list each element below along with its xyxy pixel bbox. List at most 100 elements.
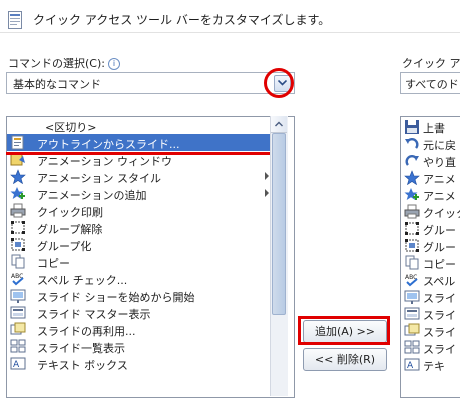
- list-item-label: スペル: [423, 275, 456, 288]
- list-item[interactable]: A テキ: [401, 356, 460, 373]
- quick-access-commands-list[interactable]: 上書元に戻やり直アニメアニメクイックグルーグルーコピーABCスペルスライスライス…: [400, 116, 460, 398]
- list-item[interactable]: コピー: [401, 254, 460, 271]
- svg-text:A: A: [13, 360, 20, 370]
- list-item-label: グルー: [423, 241, 456, 254]
- reuse-slides-icon: [404, 323, 420, 338]
- list-item-label: スライ: [423, 343, 456, 356]
- textbox-icon: A: [10, 356, 26, 371]
- reuse-slides-icon: [10, 322, 26, 337]
- list-item[interactable]: ABC スペル チェック...: [7, 270, 277, 287]
- list-item-label: アニメーション スタイル: [37, 172, 162, 185]
- list-item-label: アニメーションの追加: [37, 189, 147, 202]
- list-item[interactable]: スライ: [401, 305, 460, 322]
- group-icon: [404, 238, 420, 253]
- choose-commands-value: 基本的なコマンド: [13, 78, 101, 91]
- list-item[interactable]: 元に戻: [401, 135, 460, 152]
- list-item-label: やり直: [423, 156, 456, 169]
- list-item[interactable]: アニメーションの追加: [7, 185, 277, 202]
- list-item-label: スライドの再利用...: [37, 325, 136, 338]
- list-item[interactable]: クイック: [401, 203, 460, 220]
- selection-highlight-underline: [6, 152, 271, 155]
- slideshow-start-icon: [10, 288, 26, 303]
- list-item-label: 上書: [423, 122, 445, 135]
- list-item[interactable]: スライ: [401, 288, 460, 305]
- list-item-label: アニメーション ウィンドウ: [37, 155, 173, 168]
- choose-commands-label: コマンドの選択(C): i: [8, 55, 120, 71]
- scrollbar-thumb[interactable]: [272, 133, 286, 315]
- ungroup-icon: [404, 221, 420, 236]
- choose-commands-combo[interactable]: 基本的なコマンド: [6, 72, 295, 94]
- commands-list[interactable]: <区切り> アウトラインからスライド... アニメーション ウィンドウ アニメーショ…: [6, 116, 295, 398]
- list-item-label: スライ: [423, 309, 456, 322]
- star-icon: [404, 170, 420, 186]
- outline-icon: [10, 135, 26, 150]
- list-item[interactable]: グルー: [401, 237, 460, 254]
- list-item-label: クイック印刷: [37, 206, 103, 219]
- printer-icon: [10, 203, 26, 218]
- slide-master-icon: [404, 306, 420, 321]
- star-plus-icon: [10, 186, 26, 201]
- list-item[interactable]: アニメーション スタイル: [7, 168, 277, 185]
- list-item-label: スライド一覧表示: [37, 342, 125, 355]
- list-item[interactable]: グループ化: [7, 236, 277, 253]
- list-item[interactable]: コピー: [7, 253, 277, 270]
- list-item[interactable]: 上書: [401, 118, 460, 135]
- list-item[interactable]: やり直: [401, 152, 460, 169]
- spellcheck-icon: ABC: [404, 272, 420, 287]
- undo-icon: [404, 136, 420, 151]
- save-icon: [404, 119, 420, 134]
- list-item[interactable]: グルー: [401, 220, 460, 237]
- list-item-label: クイック: [423, 207, 460, 220]
- list-item-label: スライ: [423, 326, 456, 339]
- group-icon: [10, 237, 26, 252]
- printer-icon: [404, 204, 420, 219]
- list-item[interactable]: スライド一覧表示: [7, 338, 277, 355]
- list-item[interactable]: クイック印刷: [7, 202, 277, 219]
- slide-sorter-icon: [404, 340, 420, 355]
- slide-sorter-icon: [10, 339, 26, 354]
- submenu-arrow-icon: [265, 189, 269, 197]
- remove-button-label: << 削除(R): [314, 353, 376, 366]
- list-item-label: グルー: [423, 224, 456, 237]
- list-item[interactable]: スライ: [401, 322, 460, 339]
- list-item-label: 元に戻: [423, 139, 456, 152]
- list-item-label: アニメ: [423, 173, 456, 186]
- list-item-label: アウトラインからスライド...: [37, 138, 180, 151]
- info-icon[interactable]: i: [107, 58, 120, 70]
- copy-icon: [10, 254, 26, 269]
- slide-master-icon: [10, 305, 26, 320]
- quick-access-label: クイック アク: [402, 57, 460, 70]
- list-item-label: グループ解除: [37, 223, 103, 236]
- textbox-icon: A: [404, 357, 420, 372]
- list-item[interactable]: ABC スペル: [401, 271, 460, 288]
- separator-label: <区切り>: [45, 121, 97, 134]
- list-item-label: テキ: [423, 360, 445, 373]
- list-item-label: テキスト ボックス: [37, 359, 128, 372]
- list-item[interactable]: A テキスト ボックス: [7, 355, 277, 372]
- list-item[interactable]: スライドの再利用...: [7, 321, 277, 338]
- redo-icon: [404, 153, 420, 168]
- list-item[interactable]: グループ解除: [7, 219, 277, 236]
- remove-button[interactable]: << 削除(R): [303, 348, 387, 371]
- scroll-up-button[interactable]: [271, 116, 287, 133]
- list-item[interactable]: アウトラインからスライド...: [7, 134, 277, 151]
- list-item[interactable]: スライド マスター表示: [7, 304, 277, 321]
- list-item-label: アニメ: [423, 190, 456, 203]
- submenu-arrow-icon: [265, 172, 269, 180]
- customize-target-combo[interactable]: すべてのドキ: [400, 72, 460, 94]
- star-icon: [10, 169, 26, 185]
- list-item[interactable]: アニメ: [401, 186, 460, 203]
- add-button-highlight-box: [298, 316, 390, 345]
- copy-icon: [404, 255, 420, 270]
- list-item[interactable]: スライ: [401, 339, 460, 356]
- header-divider: [0, 32, 460, 33]
- list-item[interactable]: アニメ: [401, 169, 460, 186]
- commands-list-scrollbar[interactable]: [270, 116, 288, 396]
- list-item-label: グループ化: [37, 240, 92, 253]
- slideshow-start-icon: [404, 289, 420, 304]
- ungroup-icon: [10, 220, 26, 235]
- list-item[interactable]: スライド ショーを始めから開始: [7, 287, 277, 304]
- list-item-separator[interactable]: <区切り>: [7, 117, 277, 134]
- choose-commands-label-text: コマンドの選択(C):: [8, 57, 105, 70]
- dropdown-highlight-circle: [264, 68, 294, 98]
